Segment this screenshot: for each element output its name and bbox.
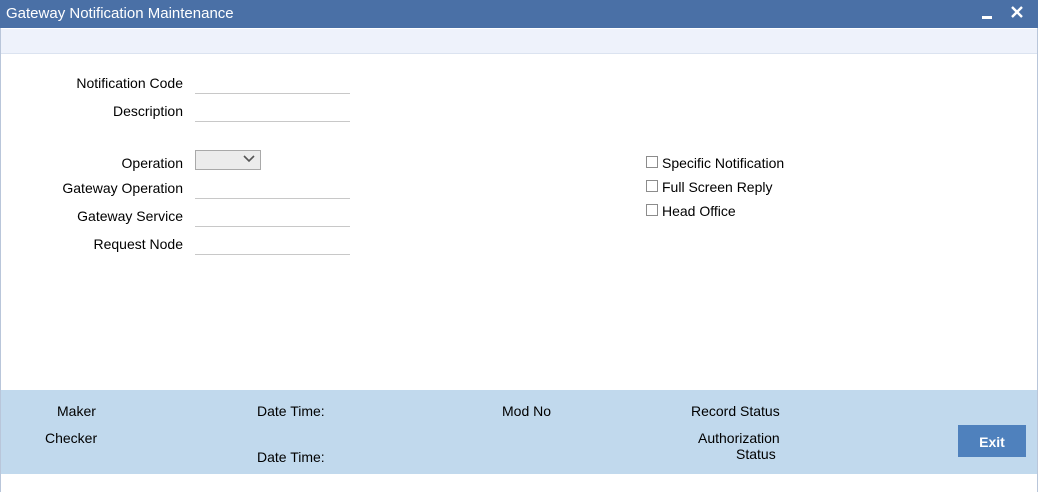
full-screen-reply-checkbox[interactable] [646,180,658,192]
notification-code-input[interactable] [195,73,350,94]
operation-select[interactable] [195,150,261,170]
request-node-input[interactable] [195,234,350,255]
gateway-operation-label: Gateway Operation [62,180,183,196]
mod-no-label: Mod No [502,403,552,419]
chevron-down-icon [243,155,255,163]
specific-notification-label: Specific Notification [662,155,785,171]
description-input[interactable] [195,101,350,122]
checker-label: Checker [45,430,98,446]
specific-notification-checkbox[interactable] [646,156,658,168]
maker-date-time-label: Date Time: [257,403,325,419]
authorization-status-label: Status [736,446,776,462]
exit-button[interactable]: Exit [958,425,1026,457]
request-node-label: Request Node [93,236,183,252]
notification-code-label: Notification Code [76,75,183,91]
window-title: Gateway Notification Maintenance [6,5,234,22]
operation-label: Operation [121,155,183,171]
minimize-icon[interactable] [976,1,998,25]
description-label: Description [112,103,183,119]
gateway-service-input[interactable] [195,206,350,227]
head-office-checkbox[interactable] [646,204,658,216]
authorization-label: Authorization [698,430,780,446]
gateway-operation-input[interactable] [195,178,350,199]
close-icon[interactable] [1006,1,1028,25]
checker-date-time-label: Date Time: [257,449,325,465]
head-office-label: Head Office [662,203,736,219]
toolbar-strip [1,29,1037,54]
record-status-label: Record Status [691,403,780,419]
title-bar: Gateway Notification Maintenance [0,0,1038,28]
maker-label: Maker [57,403,96,419]
gateway-service-label: Gateway Service [77,208,183,224]
full-screen-reply-label: Full Screen Reply [662,179,773,195]
